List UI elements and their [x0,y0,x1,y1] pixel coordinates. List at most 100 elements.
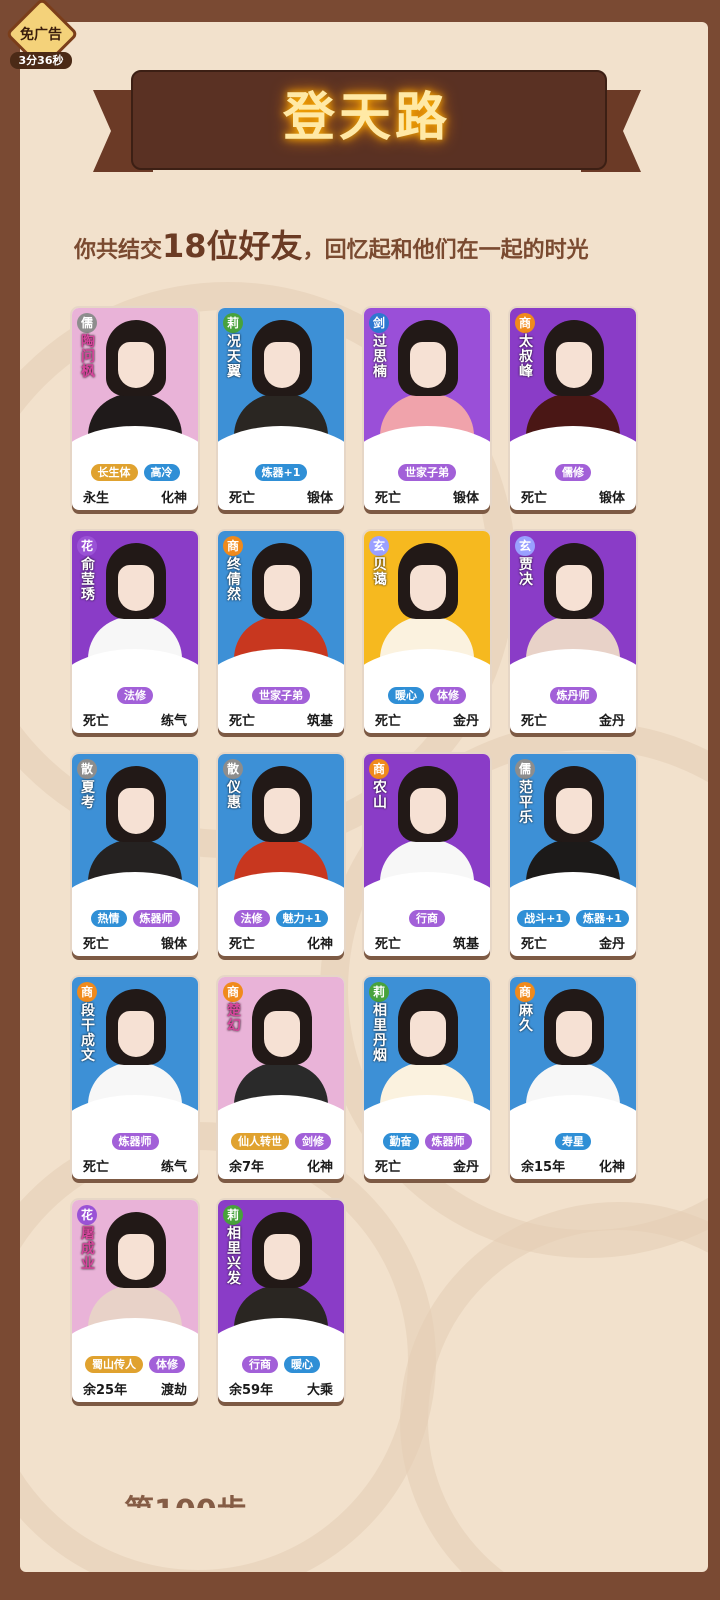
lifespan-status: 死亡 [83,1160,110,1175]
swirl-ornament [400,1202,708,1572]
friend-card[interactable]: 商段干成文 炼器师 死亡 练气 [72,977,198,1179]
portrait-face [264,1011,300,1057]
sect-badge: 莉 [369,982,389,1002]
portrait-face [118,342,154,388]
trait-tag: 热情 [90,910,127,927]
friend-card[interactable]: 商太叔峰 儒修 死亡 锻体 [510,308,636,510]
trait-tags: 炼丹师 [510,687,636,705]
cultivation-realm: 金丹 [452,1160,479,1175]
trait-tags: 儒修 [510,464,636,482]
friend-name: 范平乐 [519,780,533,826]
lifespan-status: 死亡 [83,937,110,952]
friend-card[interactable]: 莉相里丹烟 勤奋 炼器师 死亡 金丹 [364,977,490,1179]
friend-card[interactable]: 儒陶问枫 长生体 高冷 永生 化神 [72,308,198,510]
portrait-face [556,788,592,834]
sect-badge: 散 [223,759,243,779]
trait-tag: 暖心 [284,1356,320,1373]
trait-tag: 炼器+1 [576,910,629,927]
sect-badge: 剑 [369,313,389,333]
friend-card[interactable]: 散夏考 热情 炼器师 死亡 锻体 [72,754,198,956]
trait-tag: 寿星 [555,1133,591,1150]
friend-card[interactable]: 散仪惠 法修 魅力+1 死亡 化神 [218,754,344,956]
friend-name: 相里兴发 [227,1226,241,1287]
lifespan-status: 死亡 [83,714,110,729]
trait-tags: 仙人转世 剑修 [218,1133,344,1151]
friend-card[interactable]: 剑过思楠世家子弟死亡 锻体 [364,308,490,510]
trait-tag: 法修 [117,687,153,704]
title-banner: 登天路 [93,70,641,175]
portrait-face [410,1011,446,1057]
cultivation-realm: 化神 [306,937,333,952]
friend-name: 夏考 [81,780,95,811]
friend-card[interactable]: 商楚幻 仙人转世 剑修 余7年 化神 [218,977,344,1179]
screen: { "ad": {"label": "免广告", "timer": "3分36秒… [0,0,720,1600]
friend-card[interactable]: 商终倩然 世家子弟 死亡 筑基 [218,531,344,733]
portrait-face [556,1011,592,1057]
friend-card[interactable]: 莉相里兴发 行商 暖心 余59年 大乘 [218,1200,344,1402]
sect-badge: 儒 [77,313,97,333]
friend-card[interactable]: 儒范平乐 战斗+1 炼器+1 死亡 金丹 [510,754,636,956]
cultivation-realm: 锻体 [452,491,479,506]
trait-tag: 蜀山传人 [85,1356,143,1373]
friend-card[interactable]: 花俞莹琇 法修 死亡 练气 [72,531,198,733]
cultivation-realm: 大乘 [306,1383,333,1398]
cultivation-realm: 化神 [306,1160,333,1175]
friend-card[interactable]: 商麻久 寿星 余15年 化神 [510,977,636,1179]
friend-name: 贾决 [519,557,533,588]
sect-badge: 商 [77,982,97,1002]
portrait-face [410,788,446,834]
friend-name: 屠成业 [81,1226,95,1272]
friend-card[interactable]: 商农山 行商 死亡 筑基 [364,754,490,956]
trait-tags: 炼器+1 [218,464,344,482]
lifespan-status: 死亡 [375,714,402,729]
sect-badge: 莉 [223,313,243,333]
card-footer: 死亡 金丹 [364,710,490,729]
trait-tags: 法修 [72,687,198,705]
trait-tag: 高冷 [143,464,180,481]
trait-tag: 行商 [242,1356,278,1373]
portrait-face [556,342,592,388]
remove-ads-button[interactable]: 免广告 3分36秒 [5,0,79,71]
lifespan-status: 死亡 [375,491,402,506]
friend-card[interactable]: 花屠成业 蜀山传人 体修 余25年 渡劫 [72,1200,198,1402]
lifespan-status: 余59年 [229,1383,274,1398]
friend-card[interactable]: 莉况天翼炼器+1 死亡 锻体 [218,308,344,510]
friend-name: 况天翼 [227,334,241,380]
card-footer: 死亡 锻体 [218,487,344,506]
trait-tag: 儒修 [555,464,591,481]
trait-tag: 炼器师 [111,1133,159,1150]
portrait-face [264,342,300,388]
friend-card[interactable]: 玄贝蔼 暖心 体修 死亡 金丹 [364,531,490,733]
trait-tags: 蜀山传人 体修 [72,1356,198,1374]
trait-tag: 炼器师 [132,910,180,927]
sect-badge: 儒 [515,759,535,779]
trait-tags: 热情 炼器师 [72,910,198,928]
portrait-face [118,1011,154,1057]
cultivation-realm: 锻体 [160,937,187,952]
cultivation-realm: 金丹 [598,937,625,952]
portrait-face [410,342,446,388]
page-title: 登天路 [282,87,451,148]
friend-count: 18位好友 [162,227,303,265]
trait-tag: 世家子弟 [398,464,456,481]
summary-suffix: ，回忆起和他们在一起的时光 [302,238,589,263]
lifespan-status: 死亡 [521,714,548,729]
card-footer: 余25年 渡劫 [72,1379,198,1398]
card-footer: 余59年 大乘 [218,1379,344,1398]
trait-tag: 仙人转世 [231,1133,289,1150]
card-footer: 余15年 化神 [510,1156,636,1175]
card-footer: 死亡 金丹 [510,933,636,952]
lifespan-status: 死亡 [375,937,402,952]
friend-card[interactable]: 玄贾决 炼丹师 死亡 金丹 [510,531,636,733]
trait-tag: 法修 [233,910,270,927]
friend-name: 太叔峰 [519,334,533,380]
friend-name: 段干成文 [81,1003,95,1064]
cultivation-realm: 金丹 [598,714,625,729]
next-section-partial-text: 第100步 [124,1486,247,1508]
trait-tag: 炼丹师 [549,687,597,704]
lifespan-status: 死亡 [521,937,548,952]
friend-name: 俞莹琇 [81,557,95,603]
friend-name: 过思楠 [373,334,387,380]
friend-name: 相里丹烟 [373,1003,387,1064]
trait-tags: 世家子弟 [364,464,490,482]
